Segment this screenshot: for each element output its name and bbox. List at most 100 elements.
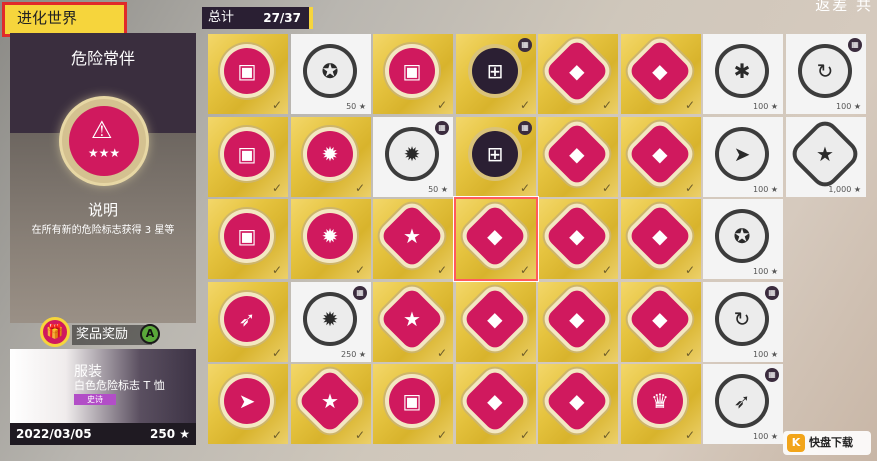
checkmark-icon: ✓	[271, 263, 282, 277]
reward-card[interactable]: 服装 白色危险标志 T 恤 史诗	[10, 349, 196, 423]
reward-date: 2022/03/05	[16, 427, 92, 441]
accolade-tile[interactable]: ▣ ✓	[373, 364, 453, 444]
reward-footer: 2022/03/05 250 ★	[10, 423, 196, 445]
points-label: 100 ★	[753, 267, 778, 276]
total-counter: 总计 27/37	[202, 7, 313, 29]
checkmark-icon: ✓	[354, 181, 365, 195]
reward-header: 🎁 奖品奖励 A	[10, 317, 196, 349]
accolade-badge-icon: ◆	[462, 203, 528, 269]
checkmark-icon: ✓	[684, 98, 695, 112]
accolade-badge-icon: ▣	[224, 131, 270, 177]
accolade-badge-icon: ✪	[307, 48, 353, 94]
checkmark-icon: ✓	[271, 428, 282, 442]
accolade-badge-icon: ◆	[544, 203, 610, 269]
accolade-tile[interactable]: ↻ ▦ 100 ★	[703, 282, 783, 362]
checkmark-icon: ✓	[436, 263, 447, 277]
checkmark-icon: ✓	[436, 98, 447, 112]
points-label: 50 ★	[346, 102, 366, 111]
a-button-hint[interactable]: A	[140, 324, 160, 344]
accolade-tile[interactable]: ▣ ✓	[208, 34, 288, 114]
checkmark-icon: ✓	[684, 181, 695, 195]
accolade-badge-icon: ➶	[719, 378, 765, 424]
accolade-tile[interactable]: ▣ ✓	[373, 34, 453, 114]
accolade-tile[interactable]: ◆ ✓	[621, 282, 701, 362]
checkmark-icon: ✓	[684, 346, 695, 360]
accolade-tile[interactable]: ◆ ✓	[538, 117, 618, 197]
accolade-tile[interactable]: ✹ ▦ 50 ★	[373, 117, 453, 197]
accolade-badge-icon: ➤	[224, 378, 270, 424]
accolade-tile[interactable]: ◆ ✓	[456, 199, 536, 279]
accolade-tile[interactable]: ◆ ✓	[621, 199, 701, 279]
accolade-badge-icon: ◆	[627, 286, 693, 352]
checkmark-icon: ✓	[519, 98, 530, 112]
top-bar: 进化世界 总计 27/37 返差 共	[0, 0, 877, 37]
checkmark-icon: ✓	[601, 181, 612, 195]
accolade-tile[interactable]: ◆ ✓	[538, 282, 618, 362]
accolade-tile[interactable]: ▣ ✓	[208, 199, 288, 279]
page-title[interactable]: 进化世界	[2, 2, 127, 37]
accolade-badge-icon: ◆	[544, 121, 610, 187]
accolade-tile[interactable]: ◆ ✓	[456, 364, 536, 444]
warning-triangle-icon: ⚠	[91, 116, 113, 144]
watermark: K 快盘下载	[783, 431, 871, 455]
accolade-badge-icon: ✹	[307, 213, 353, 259]
accolade-badge-icon: ⊞	[472, 131, 518, 177]
accolade-tile[interactable]: ➶ ✓	[208, 282, 288, 362]
watermark-logo: K	[787, 434, 805, 452]
accolade-badge-icon: ✹	[307, 131, 353, 177]
checkmark-icon: ✓	[601, 98, 612, 112]
checkmark-icon: ✓	[271, 98, 282, 112]
gift-icon: 🎁	[40, 317, 70, 347]
checkmark-icon: ✓	[601, 428, 612, 442]
accolade-badge-icon: ◆	[462, 368, 528, 434]
accolade-badge-icon: ➤	[719, 131, 765, 177]
points-label: 100 ★	[836, 102, 861, 111]
reward-name: 白色危险标志 T 恤	[74, 379, 165, 392]
gift-icon: ▦	[765, 368, 779, 382]
points-label: 50 ★	[428, 185, 448, 194]
accolade-tile[interactable]: ⊞ ▦ ✓	[456, 34, 536, 114]
accolade-tile[interactable]: ★ ✓	[373, 282, 453, 362]
accolade-tile[interactable]: ✹ ✓	[291, 199, 371, 279]
gift-icon: ▦	[518, 38, 532, 52]
accolade-badge-icon: ◆	[544, 286, 610, 352]
accolade-tile[interactable]: ◆ ✓	[538, 364, 618, 444]
accolade-tile[interactable]: ◆ ✓	[621, 117, 701, 197]
accolade-badge-icon: ✱	[719, 48, 765, 94]
accolade-tile[interactable]: ➶ ▦ 100 ★	[703, 364, 783, 444]
points-label: 100 ★	[753, 350, 778, 359]
accolade-tile[interactable]: ♛ ✓	[621, 364, 701, 444]
checkmark-icon: ✓	[519, 181, 530, 195]
checkmark-icon: ✓	[601, 263, 612, 277]
checkmark-icon: ✓	[436, 428, 447, 442]
accolade-tile[interactable]: ➤ ✓	[208, 364, 288, 444]
top-right-caption: 返差 共	[815, 0, 873, 14]
accolade-tile[interactable]: ✪ 50 ★	[291, 34, 371, 114]
accolade-tile[interactable]: ★ ✓	[291, 364, 371, 444]
accolade-tile[interactable]: ➤ 100 ★	[703, 117, 783, 197]
checkmark-icon: ✓	[684, 428, 695, 442]
accolade-tile[interactable]: ◆ ✓	[538, 199, 618, 279]
checkmark-icon: ✓	[436, 346, 447, 360]
accolade-tile[interactable]: ✹ ▦ 250 ★	[291, 282, 371, 362]
points-label: 100 ★	[753, 185, 778, 194]
accolade-tile[interactable]: ✱ 100 ★	[703, 34, 783, 114]
description-text: 在所有新的危险标志获得 3 星等	[31, 225, 175, 236]
three-stars-icon: ★★★	[87, 146, 121, 160]
accolade-tile[interactable]: ▣ ✓	[208, 117, 288, 197]
accolade-tile[interactable]: ✪ 100 ★	[703, 199, 783, 279]
accolade-tile[interactable]: ★ 1,000 ★	[786, 117, 866, 197]
accolade-badge-icon: ★	[297, 368, 363, 434]
accolade-tile[interactable]: ⊞ ▦ ✓	[456, 117, 536, 197]
checkmark-icon: ✓	[684, 263, 695, 277]
accolade-tile[interactable]: ◆ ✓	[456, 282, 536, 362]
accolade-tile[interactable]: ◆ ✓	[621, 34, 701, 114]
accolade-tile[interactable]: ↻ ▦ 100 ★	[786, 34, 866, 114]
accolade-tile[interactable]: ★ ✓	[373, 199, 453, 279]
checkmark-icon: ✓	[601, 346, 612, 360]
accolade-tile[interactable]: ✹ ✓	[291, 117, 371, 197]
checkmark-icon: ✓	[519, 346, 530, 360]
accolade-badge-icon: ◆	[627, 121, 693, 187]
accolade-badge-icon: ◆	[627, 38, 693, 104]
accolade-tile[interactable]: ◆ ✓	[538, 34, 618, 114]
